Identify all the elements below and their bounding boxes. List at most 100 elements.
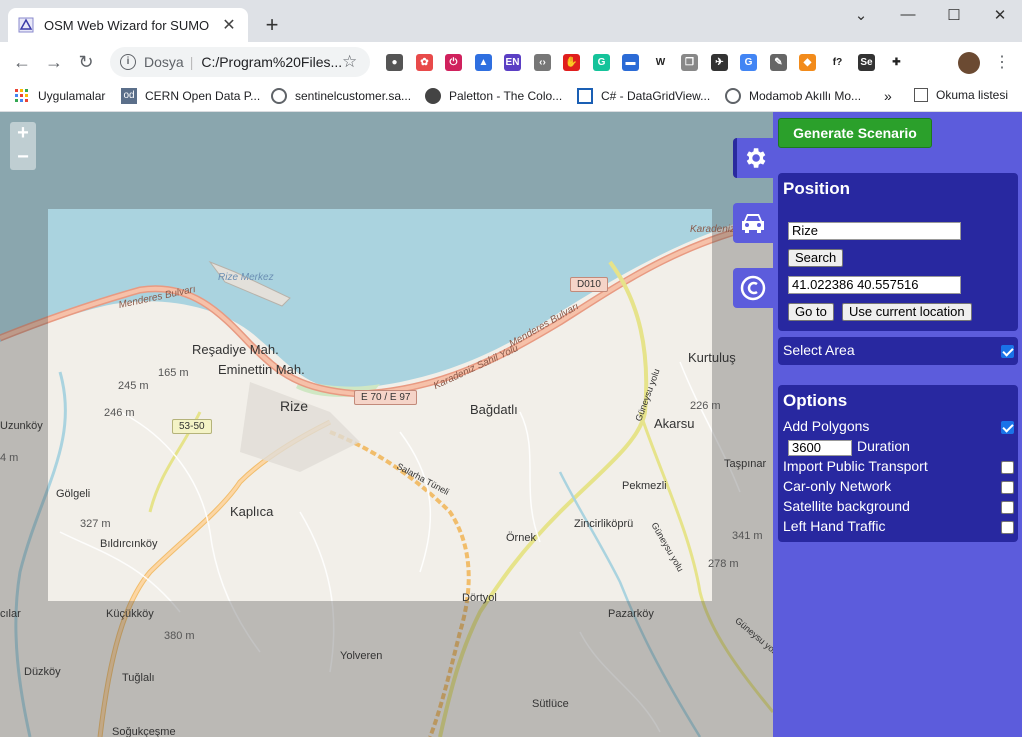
new-tab-button[interactable]: +: [262, 12, 282, 38]
left-hand-traffic-checkbox[interactable]: [1001, 521, 1014, 534]
palette-icon: [425, 88, 441, 104]
map-label: Sütlüce: [532, 698, 569, 710]
bookmark-label: CERN Open Data P...: [145, 89, 261, 103]
map-label: Karadeniz: [690, 224, 736, 235]
chevron-down-icon[interactable]: ⌄: [846, 6, 876, 24]
bookmark-cern[interactable]: od CERN Open Data P...: [121, 88, 260, 104]
bookmark-modamob[interactable]: Modamob Akıllı Mo...: [725, 88, 861, 104]
map-label: Küçükköy: [106, 608, 154, 620]
map-label: Kaplıca: [230, 504, 274, 519]
code-extension-icon[interactable]: ‹›: [534, 54, 551, 71]
add-polygons-checkbox[interactable]: [1001, 421, 1014, 434]
window-extension-icon[interactable]: ▬: [622, 54, 639, 71]
zoom-in-button[interactable]: +: [10, 122, 36, 146]
settings-tab[interactable]: [733, 138, 773, 178]
bookmark-label: C# - DataGridView...: [601, 89, 711, 103]
profile-avatar[interactable]: [958, 52, 980, 74]
bird-extension-icon[interactable]: ✈: [711, 54, 728, 71]
zoom-out-button[interactable]: −: [10, 146, 36, 170]
wizard-panel: Generate Scenario Position Rize Search 4…: [773, 112, 1022, 737]
vehicles-tab[interactable]: [733, 203, 773, 243]
search-input[interactable]: Rize: [788, 222, 961, 240]
generate-scenario-button[interactable]: Generate Scenario: [778, 118, 932, 148]
graduation-extension-icon[interactable]: ▲: [475, 54, 492, 71]
menu-kebab-icon[interactable]: ⋮: [994, 52, 1010, 72]
position-title: Position: [783, 179, 851, 198]
selection-shade-left: [0, 209, 48, 601]
duration-label: Duration: [857, 438, 910, 454]
forward-arrow-icon[interactable]: →: [42, 51, 66, 75]
selenium-extension-icon[interactable]: Se: [858, 54, 875, 71]
power-extension-icon[interactable]: ⏻: [445, 54, 462, 71]
map-label: cılar: [0, 608, 21, 620]
coordinates-input[interactable]: 41.022386 40.557516: [788, 276, 961, 294]
use-current-location-button[interactable]: Use current location: [842, 303, 972, 321]
select-area-box: Select Area: [778, 337, 1018, 365]
bookmark-sentinel[interactable]: sentinelcustomer.sa...: [271, 88, 411, 104]
bulb-extension-icon[interactable]: ●: [386, 54, 403, 71]
od-icon: od: [121, 88, 137, 104]
url-text[interactable]: C:/Program%20Files...: [201, 54, 342, 70]
select-area-label: Select Area: [783, 342, 855, 358]
bookmark-label: Okuma listesi: [936, 88, 1009, 102]
reload-icon[interactable]: ↻: [74, 51, 98, 75]
bookmarks-bar: Uygulamalar od CERN Open Data P... senti…: [0, 82, 1022, 112]
close-window-button[interactable]: ✕: [985, 6, 1015, 24]
reading-list-button[interactable]: Okuma listesi: [914, 88, 1008, 102]
minimize-button[interactable]: —: [893, 6, 923, 23]
bookmark-star-icon[interactable]: ☆: [342, 52, 357, 72]
elevation-label: 278 m: [708, 558, 739, 570]
browser-tab[interactable]: OSM Web Wizard for SUMO ✕: [8, 8, 248, 42]
car-only-network-label: Car-only Network: [783, 478, 892, 494]
elevation-label: 327 m: [80, 518, 111, 530]
bookmarks-overflow-button[interactable]: »: [884, 88, 892, 104]
map-label: Örnek: [506, 532, 536, 544]
elevation-label: 246 m: [104, 407, 135, 419]
map-label: Zincirliköprü: [574, 518, 634, 530]
map-label: Tuğlalı: [122, 672, 155, 684]
options-box: Options Add Polygons 3600 Duration Impor…: [778, 385, 1018, 542]
map-label: Rize Merkez: [218, 272, 274, 283]
elevation-label: 341 m: [732, 530, 763, 542]
en-extension-icon[interactable]: EN: [504, 54, 521, 71]
bookmark-apps[interactable]: Uygulamalar: [14, 88, 105, 104]
address-separator: |: [189, 54, 194, 70]
satellite-background-checkbox[interactable]: [1001, 501, 1014, 514]
address-bar[interactable]: i Dosya | C:/Program%20Files...: [110, 47, 370, 77]
stop-extension-icon[interactable]: ✋: [563, 54, 580, 71]
tab-close-icon[interactable]: ✕: [220, 15, 238, 35]
info-icon[interactable]: i: [120, 54, 136, 70]
copyright-tab[interactable]: [733, 268, 773, 308]
map-view[interactable]: + − Rize Merkez Menderes Bulvarı Mendere…: [0, 112, 773, 737]
color-wheel-extension-icon[interactable]: ✿: [416, 54, 433, 71]
import-public-transport-checkbox[interactable]: [1001, 461, 1014, 474]
satellite-background-label: Satellite background: [783, 498, 910, 514]
go-to-button[interactable]: Go to: [788, 303, 834, 321]
browser-toolbar: ← → ↻ i Dosya | C:/Program%20Files... ☆ …: [0, 42, 1022, 82]
formula-extension-icon[interactable]: f?: [829, 54, 846, 71]
map-label: Soğukçeşme: [112, 726, 176, 737]
select-area-checkbox[interactable]: [1001, 345, 1014, 358]
bookmark-paletton[interactable]: Paletton - The Colo...: [425, 88, 562, 104]
shield-extension-icon[interactable]: ◆: [799, 54, 816, 71]
maximize-button[interactable]: ☐: [939, 6, 969, 24]
back-arrow-icon[interactable]: ←: [10, 51, 34, 75]
bookmark-label: sentinelcustomer.sa...: [295, 89, 412, 103]
map-label: Yolveren: [340, 650, 383, 662]
wikipedia-extension-icon[interactable]: W: [652, 54, 669, 71]
elevation-label: 245 m: [118, 380, 149, 392]
map-label: Gölgeli: [56, 488, 91, 500]
eyedropper-extension-icon[interactable]: ✎: [770, 54, 787, 71]
grid-icon: [577, 88, 593, 104]
duration-input[interactable]: 3600: [788, 440, 852, 456]
position-box: Position Rize Search 41.022386 40.557516…: [778, 173, 1018, 331]
layers-extension-icon[interactable]: ❐: [681, 54, 698, 71]
grammarly-extension-icon[interactable]: G: [593, 54, 610, 71]
search-button[interactable]: Search: [788, 249, 844, 267]
translate-extension-icon[interactable]: G: [740, 54, 757, 71]
import-public-transport-label: Import Public Transport: [783, 458, 928, 474]
car-only-network-checkbox[interactable]: [1001, 481, 1014, 494]
puzzle-extension-icon[interactable]: ✚: [888, 54, 905, 71]
bookmark-datagridview[interactable]: C# - DataGridView...: [577, 88, 710, 104]
options-title: Options: [783, 391, 848, 410]
